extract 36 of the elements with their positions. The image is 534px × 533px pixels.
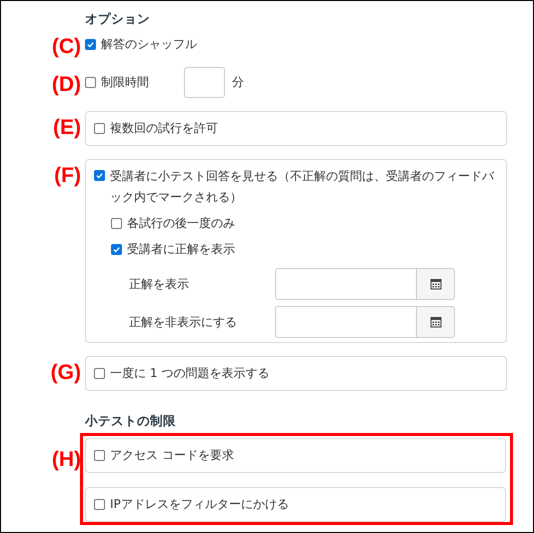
- unit-label: 分: [232, 74, 244, 90]
- section-heading: 小テストの制限: [85, 413, 177, 430]
- checkbox[interactable]: [94, 499, 105, 510]
- checkbox[interactable]: [111, 244, 122, 254]
- checkbox[interactable]: [94, 368, 105, 379]
- marker-label: (C): [52, 34, 81, 60]
- marker-label: (D): [52, 72, 81, 98]
- checkbox-label: 受講者に正解を表示: [127, 240, 235, 258]
- checkbox[interactable]: [111, 218, 122, 228]
- checkbox[interactable]: [85, 39, 96, 50]
- date-field[interactable]: [275, 268, 455, 300]
- calendar-button[interactable]: [416, 269, 454, 299]
- marker-label: (H): [52, 447, 81, 473]
- checkbox-label: 受講者に小テスト回答を見せる（不正解の質問は、受講者のフィードバック内でマークされる）: [110, 168, 496, 206]
- checkbox[interactable]: [94, 450, 105, 461]
- marker-label: (E): [53, 115, 81, 141]
- marker-label: (G): [50, 360, 81, 386]
- checkbox-label: 各試行の後一度のみ: [127, 214, 235, 232]
- calendar-button[interactable]: [416, 307, 454, 337]
- field-label: 正解を非表示にする: [128, 314, 238, 330]
- date-field[interactable]: [275, 306, 455, 338]
- checkbox-label: 制限時間: [101, 74, 150, 90]
- calendar-icon: [430, 316, 442, 328]
- checkbox-label: 解答のシャッフル: [101, 36, 197, 53]
- checkbox-label: 複数回の試行を許可: [110, 120, 218, 137]
- checkbox-label: アクセス コードを要求: [110, 447, 234, 464]
- marker-label: (F): [54, 163, 81, 189]
- checkbox[interactable]: [94, 170, 105, 181]
- checkbox-label: 一度に 1 つの問題を表示する: [110, 365, 270, 382]
- checkbox-label: IPアドレスをフィルターにかける: [110, 496, 289, 513]
- minutes-field[interactable]: [184, 66, 225, 98]
- checkbox[interactable]: [85, 76, 96, 88]
- section-heading: オプション: [85, 10, 151, 28]
- calendar-icon: [430, 278, 442, 290]
- field-label: 正解を表示: [128, 276, 190, 292]
- checkbox[interactable]: [94, 123, 105, 134]
